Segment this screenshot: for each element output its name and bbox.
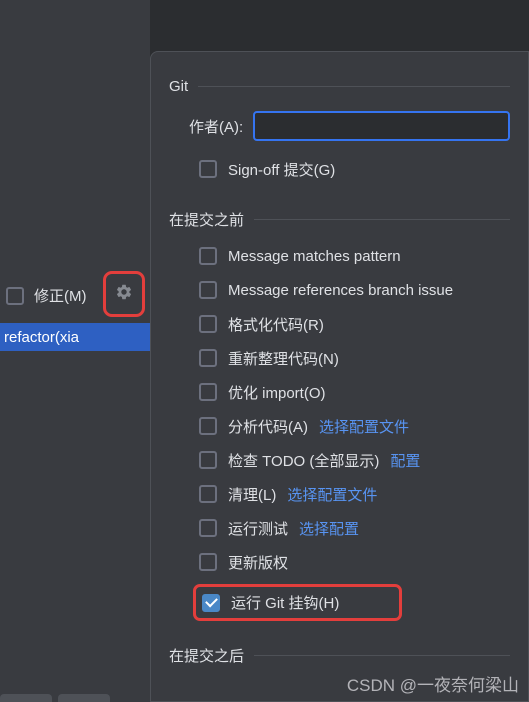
author-input[interactable] xyxy=(253,111,510,141)
checkbox[interactable] xyxy=(199,417,217,435)
option-update-copyright: 更新版权 xyxy=(199,550,510,574)
checkbox[interactable] xyxy=(199,281,217,299)
after-title-text: 在提交之后 xyxy=(169,645,244,666)
tab-stub[interactable] xyxy=(0,694,52,702)
divider xyxy=(198,86,510,87)
commit-sidebar: 修正(M) refactor(xia xyxy=(0,0,150,702)
author-row: 作者(A): xyxy=(189,111,510,141)
signoff-checkbox[interactable] xyxy=(199,160,217,178)
option-label: 更新版权 xyxy=(228,552,288,573)
amend-checkbox[interactable] xyxy=(6,287,24,305)
link-configure[interactable]: 配置 xyxy=(390,450,420,471)
option-analyze-code: 分析代码(A) 选择配置文件 xyxy=(199,414,510,438)
checkbox[interactable] xyxy=(199,349,217,367)
divider xyxy=(254,655,510,656)
watermark: CSDN @一夜奈何梁山 xyxy=(347,671,519,696)
signoff-label: Sign-off 提交(G) xyxy=(228,159,335,180)
link-select-config[interactable]: 选择配置 xyxy=(299,518,359,539)
author-label: 作者(A): xyxy=(189,116,243,137)
checkbox[interactable] xyxy=(199,485,217,503)
bottom-tabs xyxy=(0,694,110,702)
option-format-code: 格式化代码(R) xyxy=(199,312,510,336)
option-label: Message references branch issue xyxy=(228,282,453,299)
before-commit-title: 在提交之前 xyxy=(169,209,510,230)
option-label: 格式化代码(R) xyxy=(228,314,324,335)
gear-icon[interactable] xyxy=(115,283,133,305)
checkbox[interactable] xyxy=(199,247,217,265)
option-message-matches: Message matches pattern xyxy=(199,244,510,268)
settings-highlight xyxy=(103,271,145,317)
commit-options-popup: Git 作者(A): Sign-off 提交(G) 在提交之前 Message … xyxy=(150,51,529,702)
checkbox[interactable] xyxy=(199,315,217,333)
option-optimize-imports: 优化 import(O) xyxy=(199,380,510,404)
checkbox[interactable] xyxy=(202,594,220,612)
checkbox[interactable] xyxy=(199,451,217,469)
option-label: 优化 import(O) xyxy=(228,382,326,403)
option-label: 运行测试 xyxy=(228,518,288,539)
commit-message-text: refactor(xia xyxy=(4,329,79,346)
option-check-todo: 检查 TODO (全部显示) 配置 xyxy=(199,448,510,472)
option-label: 检查 TODO (全部显示) xyxy=(228,450,379,471)
option-message-branch: Message references branch issue xyxy=(199,278,510,302)
tab-stub[interactable] xyxy=(58,694,110,702)
option-cleanup: 清理(L) 选择配置文件 xyxy=(199,482,510,506)
link-select-profile[interactable]: 选择配置文件 xyxy=(287,484,377,505)
option-label: Message matches pattern xyxy=(228,248,401,265)
checkbox[interactable] xyxy=(199,519,217,537)
signoff-row: Sign-off 提交(G) xyxy=(199,157,510,181)
git-section-title: Git xyxy=(169,78,510,95)
link-select-profile[interactable]: 选择配置文件 xyxy=(319,416,409,437)
divider xyxy=(254,219,510,220)
option-run-git-hooks: 运行 Git 挂钩(H) xyxy=(193,584,402,621)
option-label: 清理(L) xyxy=(228,484,276,505)
commit-message-preview[interactable]: refactor(xia xyxy=(0,323,150,351)
after-commit-title: 在提交之后 xyxy=(169,645,510,666)
option-label: 运行 Git 挂钩(H) xyxy=(231,592,339,613)
amend-label: 修正(M) xyxy=(34,285,87,306)
git-title-text: Git xyxy=(169,78,188,95)
option-label: 分析代码(A) xyxy=(228,416,308,437)
option-run-tests: 运行测试 选择配置 xyxy=(199,516,510,540)
option-label: 重新整理代码(N) xyxy=(228,348,339,369)
option-rearrange-code: 重新整理代码(N) xyxy=(199,346,510,370)
checkbox[interactable] xyxy=(199,553,217,571)
checkbox[interactable] xyxy=(199,383,217,401)
before-title-text: 在提交之前 xyxy=(169,209,244,230)
